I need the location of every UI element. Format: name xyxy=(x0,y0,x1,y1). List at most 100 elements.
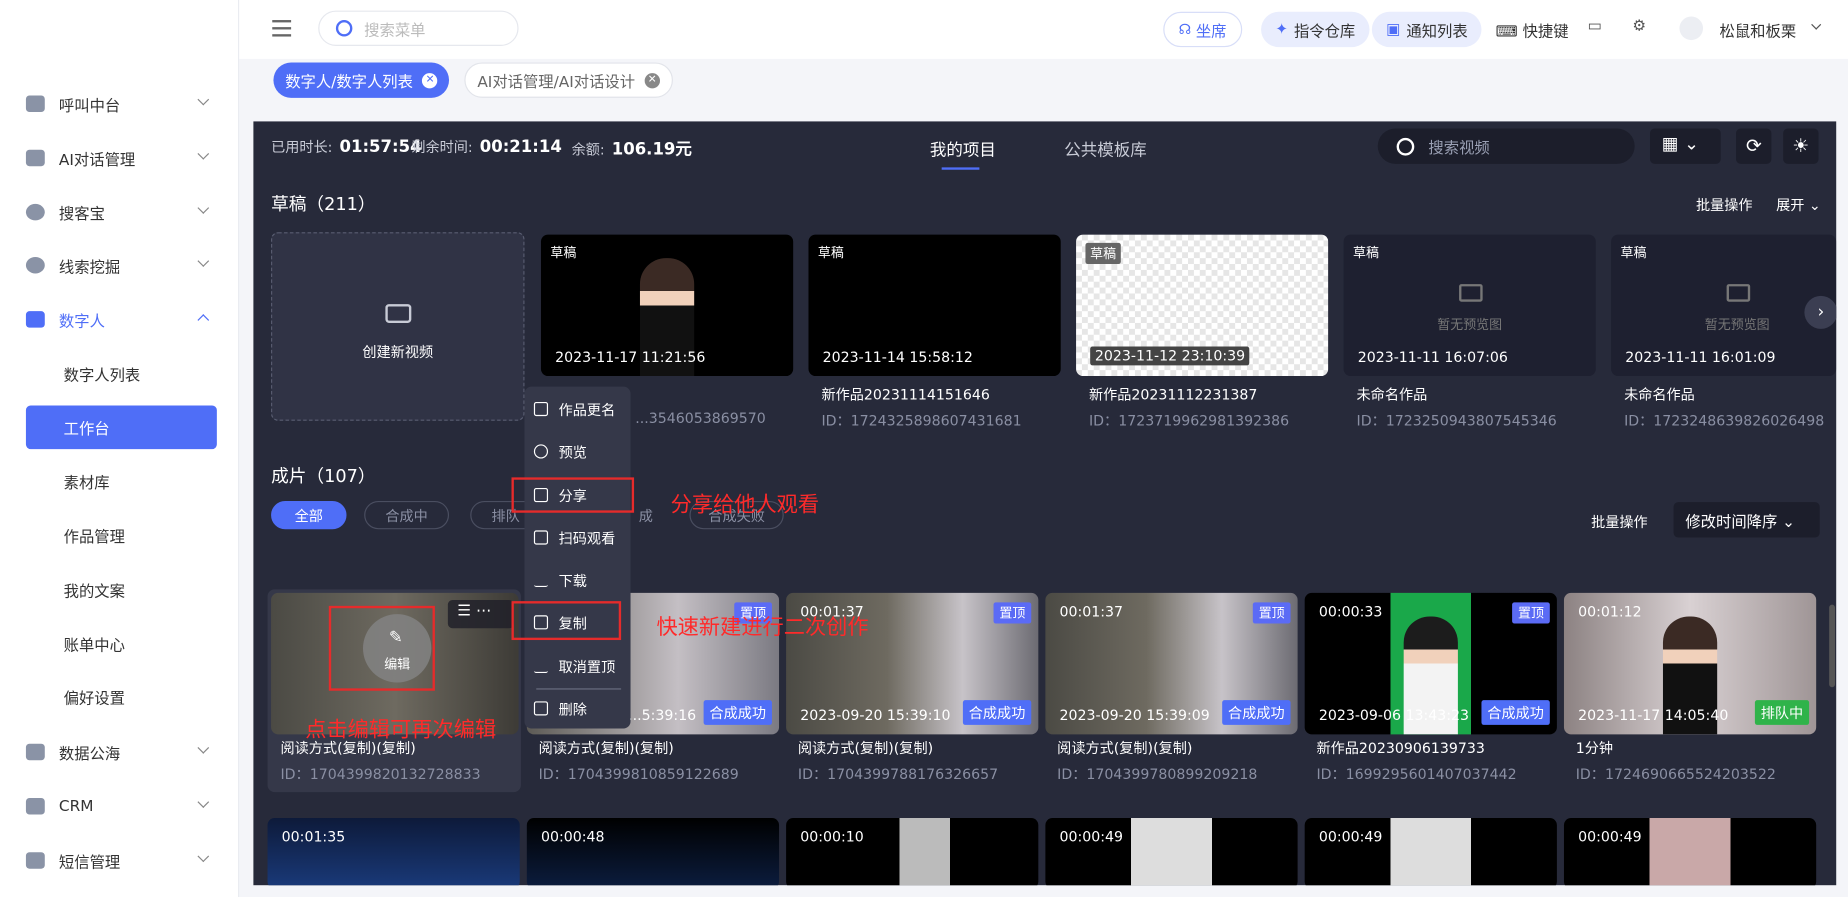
sub-copy[interactable]: 我的文案 xyxy=(26,568,217,612)
zoom-icon xyxy=(533,444,549,459)
menu-search-input[interactable]: 搜索菜单 xyxy=(364,17,425,40)
seat-button[interactable]: ☊ 坐席 xyxy=(1163,11,1242,48)
menu-qrcode[interactable]: 扫码观看 xyxy=(533,526,615,550)
headset-icon: ☊ xyxy=(1178,21,1192,38)
tab-my-projects[interactable]: 我的项目 xyxy=(930,138,996,162)
tabs-row: 数字人/数字人列表 ✕ AI对话管理/AI对话设计 ✕ xyxy=(239,58,1848,107)
sub-works[interactable]: 作品管理 xyxy=(26,514,217,558)
notify-button[interactable]: ▣ 通知列表 xyxy=(1371,11,1482,48)
video-search-input[interactable]: 搜索视频 xyxy=(1428,135,1489,158)
hotkey-button[interactable]: ⌨ 快捷键 xyxy=(1496,19,1569,42)
video-search[interactable]: 搜索视频 xyxy=(1377,128,1635,164)
chevron-down-icon[interactable] xyxy=(1811,19,1822,30)
film-card[interactable]: 00:01:12 2023-11-17 14:05:40 排队中 xyxy=(1563,592,1817,735)
close-icon[interactable]: ✕ xyxy=(644,72,660,88)
cmd-button[interactable]: ✦ 指令仓库 xyxy=(1261,11,1370,48)
film-card[interactable]: 00:00:49 xyxy=(1045,818,1298,886)
remain-time: 剩余时间: 00:21:14 xyxy=(411,137,562,157)
qrcode-icon xyxy=(533,530,549,545)
theme-sun-icon[interactable]: ☀ xyxy=(1783,128,1819,164)
pencil-icon xyxy=(533,401,549,417)
chevron-down-icon xyxy=(197,93,210,106)
edit-highlight xyxy=(328,605,435,691)
close-icon[interactable]: ✕ xyxy=(422,72,438,88)
share-highlight xyxy=(511,477,635,513)
menu-fold-icon[interactable] xyxy=(272,20,292,37)
refresh-icon[interactable]: ⟳ xyxy=(1736,128,1772,164)
copy-note: 快速新建进行二次创作 xyxy=(656,615,869,641)
person-icon xyxy=(25,311,45,328)
film-card[interactable]: 00:00:48 xyxy=(526,818,780,886)
chevron-down-icon xyxy=(197,850,210,863)
edit-note: 点击编辑可再次编辑 xyxy=(305,717,497,743)
search-icon xyxy=(1396,137,1415,156)
tab-ai-design[interactable]: AI对话管理/AI对话设计 ✕ xyxy=(464,62,673,98)
film-card[interactable]: 00:00:10 xyxy=(786,818,1039,886)
expand-button[interactable]: 展开 ⌄ xyxy=(1776,194,1821,214)
message-icon xyxy=(25,852,45,869)
nav-ai-dialog[interactable]: AI对话管理 xyxy=(25,137,217,179)
menu-search[interactable]: 搜索菜单 xyxy=(318,10,519,46)
copy-highlight xyxy=(511,601,622,641)
settings-icon[interactable]: ⚙ xyxy=(1632,18,1646,36)
workbench: 已用时长: 01:57:54 剩余时间: 00:21:14 余额: 106.19元 我… xyxy=(253,121,1837,886)
video-camera-icon xyxy=(385,304,412,323)
view-grid-icon[interactable]: ▦ ⌄ xyxy=(1649,128,1721,164)
nav-leads[interactable]: 线索挖掘 xyxy=(25,244,217,286)
sub-digital-list[interactable]: 数字人列表 xyxy=(26,352,217,396)
nav-call-center[interactable]: 呼叫中台 xyxy=(25,83,217,125)
avatar[interactable] xyxy=(1679,16,1704,41)
film-card[interactable]: 00:00:33 置顶 2023-09-06 13:43:23 合成成功 xyxy=(1304,592,1557,735)
target-icon xyxy=(25,256,45,274)
tab-underline xyxy=(941,167,980,170)
crm-icon xyxy=(25,797,45,815)
nav-digital-human[interactable]: 数字人 xyxy=(25,298,217,340)
draft-card[interactable]: 草稿 2023-11-12 23:10:39 xyxy=(1076,234,1329,377)
tab-public-templates[interactable]: 公共模板库 xyxy=(1064,138,1146,162)
menu-delete[interactable]: 删除 xyxy=(533,697,587,721)
user-name[interactable]: 松鼠和板栗 xyxy=(1720,19,1797,42)
chevron-up-icon xyxy=(197,314,210,326)
chevron-down-icon xyxy=(197,147,210,160)
unpin-icon xyxy=(533,659,549,674)
menu-preview[interactable]: 预览 xyxy=(533,440,587,464)
sidebar: 呼叫中台 AI对话管理 搜客宝 线索挖掘 数字人 数字人列表 工作台 素材库 作… xyxy=(0,0,240,897)
nav-crm[interactable]: CRM xyxy=(25,785,217,827)
tab-digital-list[interactable]: 数字人/数字人列表 ✕ xyxy=(273,62,450,98)
film-card[interactable]: 00:01:37 置顶 2023-09-20 15:39:09 合成成功 xyxy=(1045,592,1298,735)
sub-assets[interactable]: 素材库 xyxy=(26,460,217,504)
balance: 余额: 106.19元 xyxy=(571,140,692,160)
chart-icon xyxy=(25,743,45,761)
next-arrow-icon[interactable]: › xyxy=(1804,295,1837,329)
draft-card[interactable]: 草稿 暂无预览图 2023-11-11 16:01:09 xyxy=(1611,234,1837,377)
sub-prefs[interactable]: 偏好设置 xyxy=(26,675,217,719)
draft-card[interactable]: 草稿 2023-11-17 11:21:56 xyxy=(540,234,794,377)
filter-all[interactable]: 全部 xyxy=(271,500,347,530)
film-batch-button[interactable]: 批量操作 xyxy=(1591,512,1648,532)
draft-card[interactable]: 草稿 2023-11-14 15:58:12 xyxy=(808,234,1061,377)
film-card[interactable]: 00:00:49 xyxy=(1563,818,1817,886)
nav-sms[interactable]: 短信管理 xyxy=(25,839,217,881)
draft-batch-button[interactable]: 批量操作 xyxy=(1696,194,1753,214)
scrollbar[interactable] xyxy=(1829,604,1836,688)
sub-workbench[interactable]: 工作台 xyxy=(25,405,217,450)
sub-billing[interactable]: 账单中心 xyxy=(26,622,217,666)
drafts-title: 草稿（211） xyxy=(271,193,376,215)
pin-icon: ✦ xyxy=(1275,20,1289,39)
nav-data-sea[interactable]: 数据公海 xyxy=(25,731,217,773)
menu-unpin[interactable]: 取消置顶 xyxy=(533,654,615,678)
used-time: 已用时长: 01:57:54 xyxy=(271,137,422,157)
draft-card[interactable]: 草稿 暂无预览图 2023-11-11 16:07:06 xyxy=(1343,234,1596,377)
menu-rename[interactable]: 作品更名 xyxy=(533,397,615,421)
film-card[interactable]: 00:00:49 xyxy=(1304,818,1557,886)
film-card[interactable]: 00:01:35 xyxy=(267,818,520,886)
chevron-down-icon xyxy=(197,255,210,267)
filter-composing[interactable]: 合成中 xyxy=(364,500,450,530)
sort-select[interactable]: 修改时间降序 ⌄ xyxy=(1673,502,1820,538)
nav-soukebao[interactable]: 搜客宝 xyxy=(25,191,217,233)
screen-icon[interactable]: ▭ xyxy=(1588,18,1602,36)
scrolled-id-row xyxy=(271,543,1836,555)
create-video-card[interactable]: 创建新视频 xyxy=(271,232,525,421)
more-menu-icon[interactable]: ☰ ⋯ xyxy=(447,599,514,629)
menu-download[interactable]: 下载 xyxy=(533,568,587,592)
